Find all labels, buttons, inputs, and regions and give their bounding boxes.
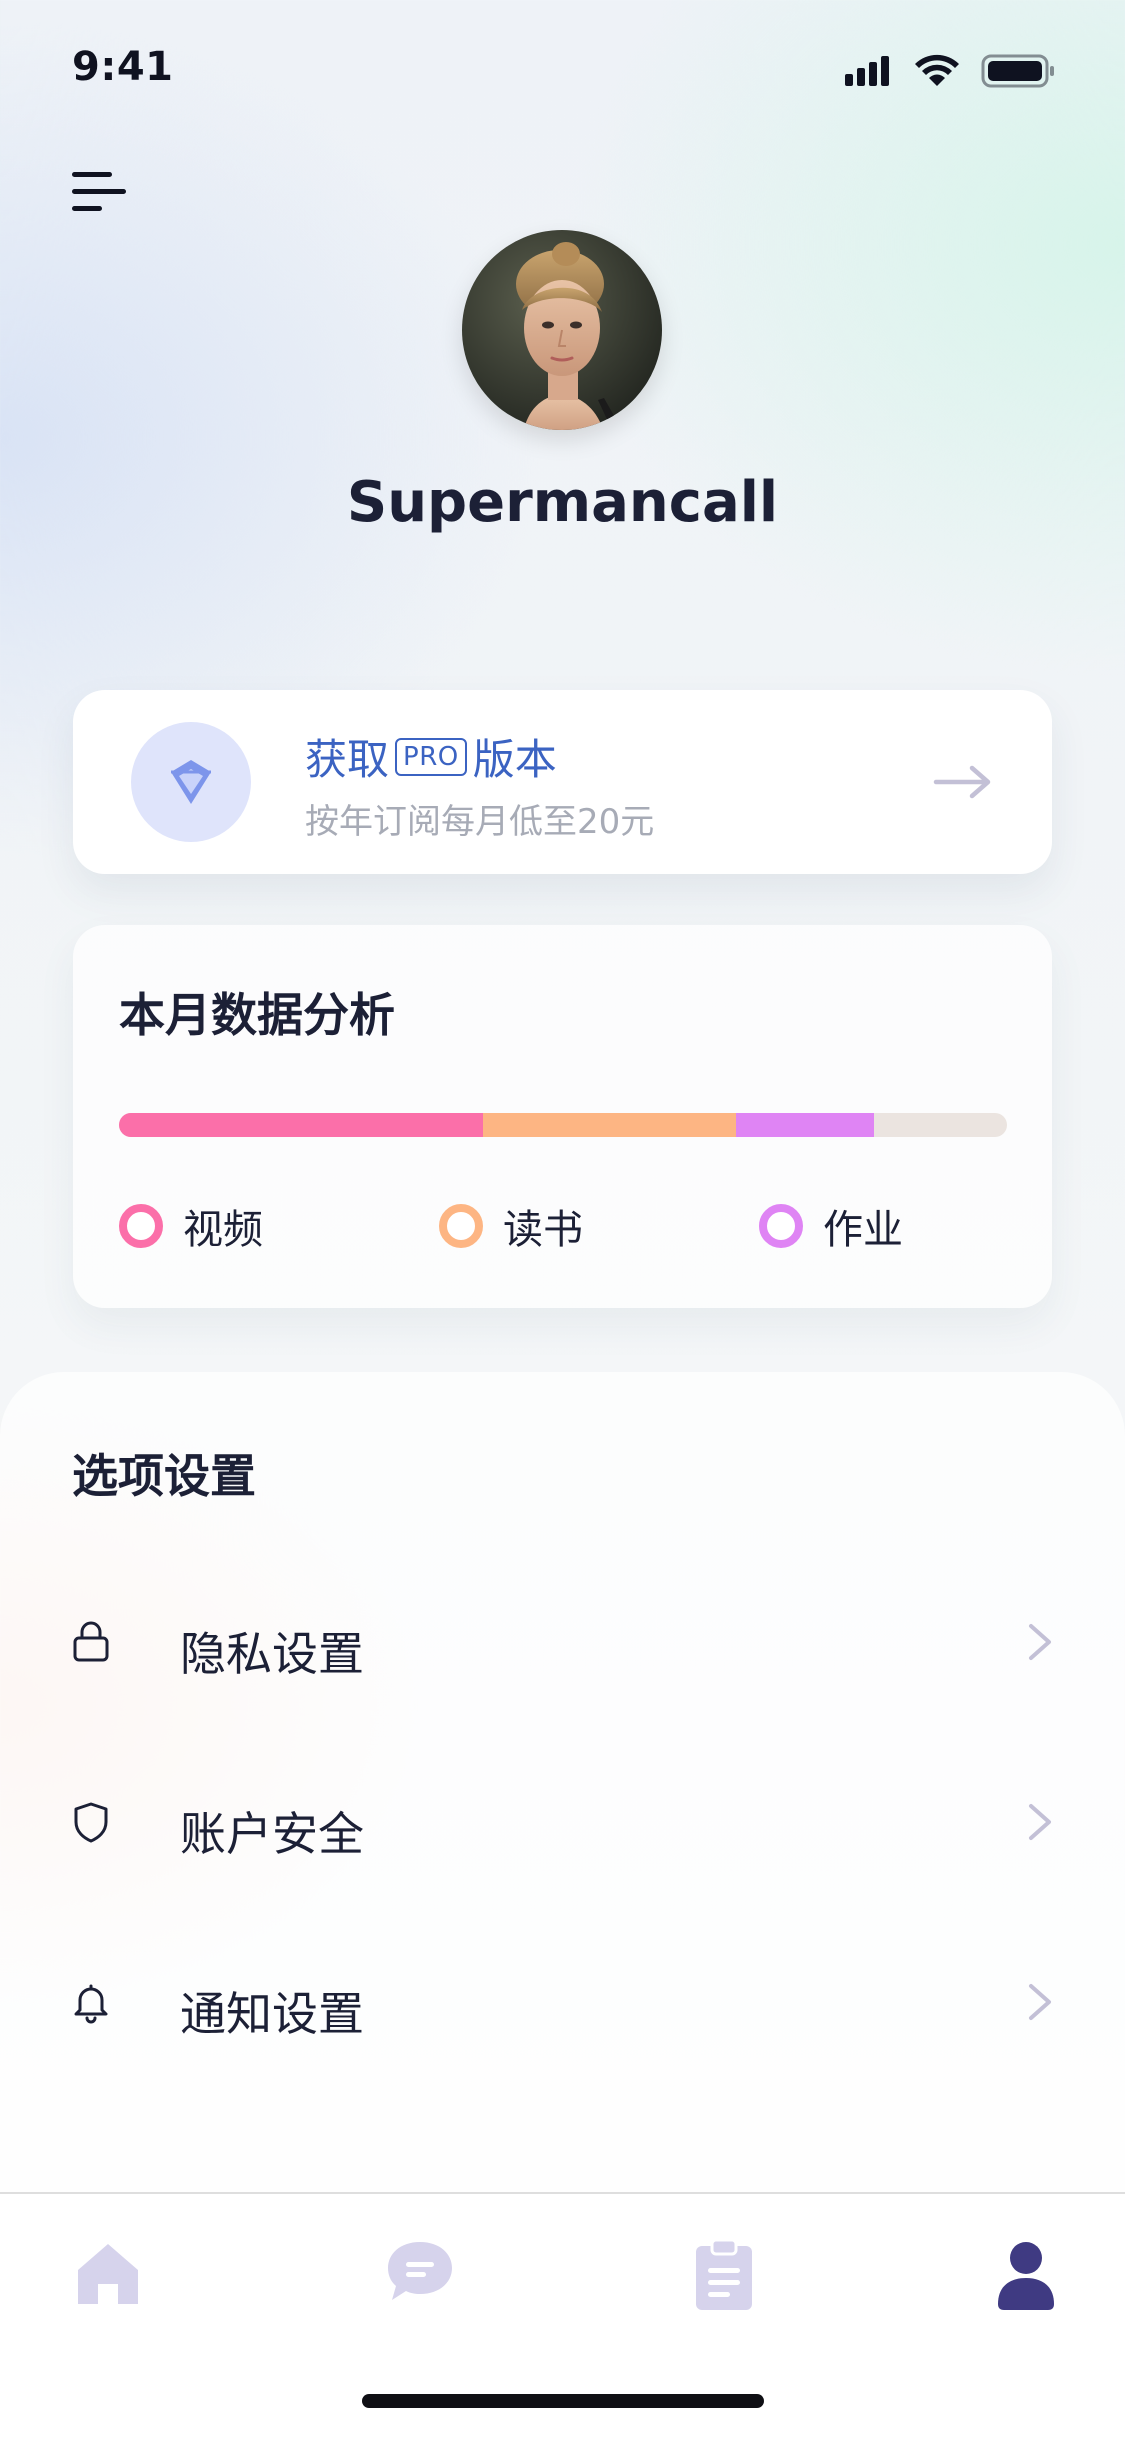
cellular-signal-icon	[845, 56, 889, 86]
battery-icon	[981, 54, 1054, 88]
pro-badge: PRO	[395, 737, 467, 776]
pro-title: 获取 PRO 版本	[305, 726, 557, 787]
stats-bar-segment	[736, 1113, 874, 1137]
diamond-icon	[171, 760, 211, 804]
arrow-right-icon[interactable]	[932, 762, 994, 802]
home-indicator[interactable]	[362, 2394, 764, 2408]
bell-icon	[74, 1984, 108, 2024]
legend-label: 读书	[503, 1207, 583, 1253]
legend-dot	[119, 1204, 163, 1248]
legend-item-reading: 读书	[439, 1197, 583, 1255]
chat-icon	[388, 2242, 452, 2300]
tab-profile[interactable]	[986, 2234, 1066, 2314]
shield-icon	[74, 1802, 108, 1843]
avatar[interactable]	[462, 230, 662, 430]
wifi-icon	[915, 54, 959, 86]
pro-subtitle: 按年订阅每月低至20元	[305, 802, 655, 842]
pro-title-prefix: 获取	[305, 735, 390, 784]
tab-home[interactable]	[68, 2234, 148, 2314]
settings-item-privacy[interactable]: 隐私设置	[0, 1572, 1125, 1712]
settings-item-label: 通知设置	[180, 1987, 364, 2041]
clipboard-icon	[696, 2238, 752, 2310]
status-icons	[845, 52, 1055, 92]
chevron-right-icon	[1029, 1984, 1051, 2020]
legend-dot	[439, 1204, 483, 1248]
stats-progress-bar	[119, 1113, 1007, 1137]
settings-panel: 选项设置 隐私设置 账户安全 通知设置	[0, 1372, 1125, 2192]
tab-messages[interactable]	[380, 2234, 460, 2314]
pro-upgrade-card[interactable]: 获取 PRO 版本 按年订阅每月低至20元	[73, 690, 1052, 874]
stats-title: 本月数据分析	[119, 988, 395, 1042]
legend-item-homework: 作业	[759, 1197, 903, 1255]
settings-item-account-security[interactable]: 账户安全	[0, 1752, 1125, 1892]
pro-title-suffix: 版本	[472, 735, 557, 784]
settings-item-label: 隐私设置	[180, 1627, 364, 1681]
settings-item-notifications[interactable]: 通知设置	[0, 1932, 1125, 2072]
monthly-stats-card: 本月数据分析 视频 读书 作业	[73, 925, 1052, 1308]
username: Supermancall	[346, 470, 779, 535]
home-icon	[78, 2244, 138, 2304]
chevron-right-icon	[1029, 1624, 1051, 1660]
settings-item-label: 账户安全	[180, 1807, 364, 1861]
menu-icon[interactable]	[72, 170, 126, 214]
stats-bar-segment	[119, 1113, 484, 1137]
legend-item-video: 视频	[119, 1197, 263, 1255]
legend-dot	[759, 1204, 803, 1248]
settings-title: 选项设置	[72, 1449, 256, 1503]
lock-icon	[73, 1621, 109, 1662]
pro-icon-container	[131, 722, 251, 842]
stats-bar-segment	[483, 1113, 737, 1137]
tab-tasks[interactable]	[684, 2234, 764, 2314]
status-time: 9:41	[72, 44, 174, 90]
legend-label: 作业	[823, 1207, 903, 1253]
legend-label: 视频	[183, 1207, 263, 1253]
chevron-right-icon	[1029, 1804, 1051, 1840]
user-icon	[998, 2242, 1054, 2310]
status-bar: 9:41	[0, 0, 1125, 140]
